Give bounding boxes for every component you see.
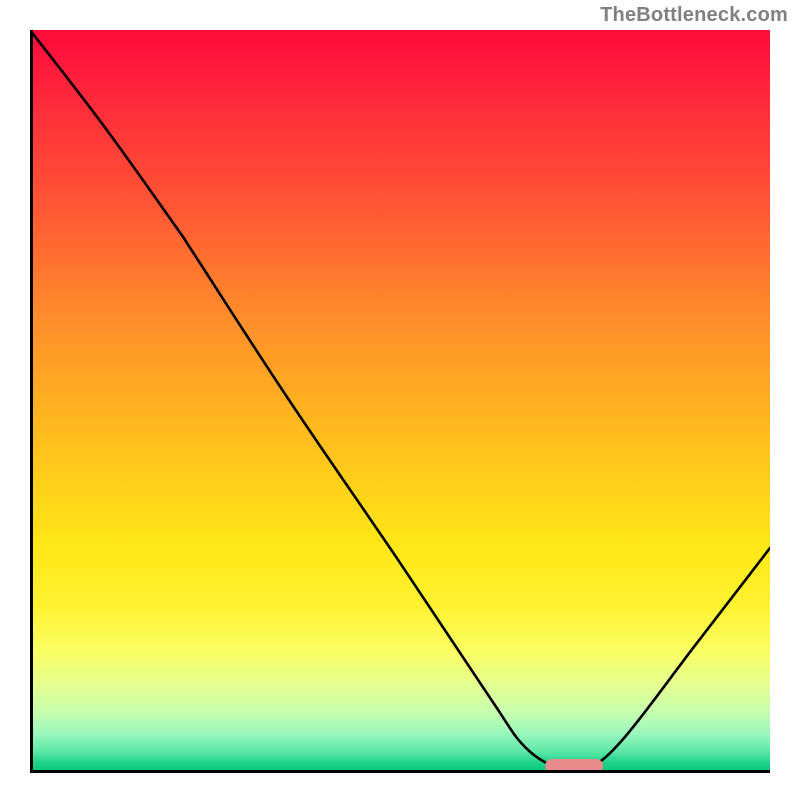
chart-container: TheBottleneck.com [0,0,800,800]
watermark-text: TheBottleneck.com [600,4,788,27]
plot-area [30,30,770,770]
bottleneck-curve [30,30,770,770]
optimal-marker [545,759,603,770]
x-axis [30,770,770,773]
curve-path [30,30,770,770]
